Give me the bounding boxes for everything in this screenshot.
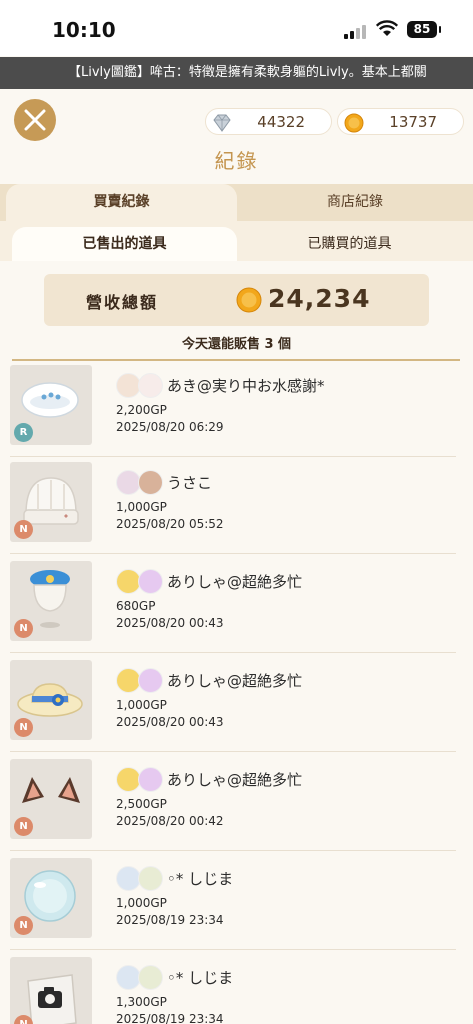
buyer-name[interactable]: ◦* しじま bbox=[167, 967, 233, 988]
rank-badge: N bbox=[14, 916, 33, 935]
buyer-name[interactable]: うさこ bbox=[167, 472, 212, 493]
avatar bbox=[138, 470, 163, 495]
rank-badge: N bbox=[14, 817, 33, 836]
avatar bbox=[138, 965, 163, 990]
sale-date: 2025/08/19 23:34 bbox=[116, 913, 224, 927]
records-content: 營收總額 24,234 今天還能販售 3 個 R あき@実り中お水感謝* 2,2… bbox=[0, 261, 473, 1024]
tab-shop-records[interactable]: 商店紀錄 bbox=[237, 184, 473, 221]
sale-date: 2025/08/20 00:42 bbox=[116, 814, 224, 828]
rank-badge: N bbox=[14, 520, 33, 539]
sales-record-list[interactable]: R あき@実り中お水感謝* 2,200GP 2025/08/20 06:29 N bbox=[0, 361, 473, 1024]
avatar bbox=[138, 668, 163, 693]
buyer-name[interactable]: あき@実り中お水感謝* bbox=[167, 375, 325, 396]
gold-coin-icon bbox=[236, 287, 262, 313]
sales-record-row[interactable]: N ありしゃ@超絶多忙 1,000GP 2025/08/20 00:43 bbox=[10, 658, 456, 752]
close-icon bbox=[24, 109, 46, 131]
buyer-name[interactable]: ありしゃ@超絶多忙 bbox=[167, 571, 302, 592]
signal-icon bbox=[344, 23, 370, 39]
page-title: 紀錄 bbox=[214, 149, 259, 173]
sale-date: 2025/08/20 05:52 bbox=[116, 517, 224, 531]
rank-badge: N bbox=[14, 718, 33, 737]
item-thumbnail[interactable]: N bbox=[10, 660, 92, 740]
buyer-name[interactable]: ありしゃ@超絶多忙 bbox=[167, 670, 302, 691]
buyer-avatars bbox=[116, 373, 164, 399]
item-thumbnail[interactable]: N bbox=[10, 462, 92, 542]
sale-date: 2025/08/20 00:43 bbox=[116, 715, 224, 729]
buyer-avatars bbox=[116, 965, 164, 991]
buyer-avatars bbox=[116, 668, 164, 694]
sale-price: 1,300GP bbox=[116, 995, 167, 1009]
sale-date: 2025/08/20 00:43 bbox=[116, 616, 224, 630]
item-thumbnail[interactable]: N bbox=[10, 561, 92, 641]
item-thumbnail[interactable]: N bbox=[10, 957, 92, 1024]
buyer-name[interactable]: ありしゃ@超絶多忙 bbox=[167, 769, 302, 790]
sub-tab-bar: 已售出的道具 已購買的道具 bbox=[0, 221, 473, 261]
sales-record-row[interactable]: N ありしゃ@超絶多忙 2,500GP 2025/08/20 00:42 bbox=[10, 757, 456, 851]
news-ticker: 【Livly圖鑑】哞古：特徵是擁有柔軟身軀的Livly。基本上都關 bbox=[0, 57, 473, 89]
buyer-avatars bbox=[116, 470, 164, 496]
remaining-sales-text: 今天還能販售 3 個 bbox=[181, 337, 292, 352]
avatar bbox=[138, 373, 163, 398]
tab-bought-items[interactable]: 已購買的道具 bbox=[237, 227, 462, 261]
sale-price: 680GP bbox=[116, 599, 156, 613]
battery-indicator: 85 bbox=[407, 21, 441, 38]
sale-price: 1,000GP bbox=[116, 500, 167, 514]
buyer-avatars bbox=[116, 569, 164, 595]
sales-record-row[interactable]: R あき@実り中お水感謝* 2,200GP 2025/08/20 06:29 bbox=[10, 363, 456, 457]
avatar bbox=[138, 569, 163, 594]
sale-date: 2025/08/20 06:29 bbox=[116, 420, 224, 434]
main-tab-bar: 買賣紀錄 商店紀錄 bbox=[0, 184, 473, 221]
item-thumbnail[interactable]: R bbox=[10, 365, 92, 445]
sales-record-row[interactable]: N ◦* しじま 1,300GP 2025/08/19 23:34 bbox=[10, 955, 456, 1024]
tab-trade-records[interactable]: 買賣紀錄 bbox=[6, 184, 237, 221]
sales-record-row[interactable]: N ありしゃ@超絶多忙 680GP 2025/08/20 00:43 bbox=[10, 559, 456, 653]
status-time: 10:10 bbox=[52, 18, 116, 42]
tab-sold-items[interactable]: 已售出的道具 bbox=[12, 227, 237, 261]
ticker-text: 【Livly圖鑑】哞古：特徵是擁有柔軟身軀的Livly。基本上都關 bbox=[68, 65, 427, 80]
camera-icon bbox=[27, 974, 77, 1024]
close-button[interactable] bbox=[14, 99, 56, 141]
revenue-panel: 營收總額 24,234 bbox=[44, 274, 429, 326]
sales-record-row[interactable]: N ◦* しじま 1,000GP 2025/08/19 23:34 bbox=[10, 856, 456, 950]
coin-count: 13737 bbox=[389, 113, 437, 131]
sale-price: 1,000GP bbox=[116, 896, 167, 910]
rank-badge: R bbox=[14, 423, 33, 442]
status-bar: 10:10 85 bbox=[0, 0, 473, 56]
wifi-icon bbox=[375, 20, 399, 38]
diamond-icon bbox=[213, 114, 231, 132]
revenue-label: 營收總額 bbox=[86, 293, 159, 312]
sales-record-row[interactable]: N うさこ 1,000GP 2025/08/20 05:52 bbox=[10, 460, 456, 554]
buyer-avatars bbox=[116, 866, 164, 892]
revenue-value: 24,234 bbox=[268, 284, 371, 313]
item-thumbnail[interactable]: N bbox=[10, 759, 92, 839]
gold-coin-icon bbox=[344, 113, 364, 133]
item-thumbnail[interactable]: N bbox=[10, 858, 92, 938]
buyer-name[interactable]: ◦* しじま bbox=[167, 868, 233, 889]
sale-price: 2,500GP bbox=[116, 797, 167, 811]
avatar bbox=[138, 866, 163, 891]
sale-price: 2,200GP bbox=[116, 403, 167, 417]
coin-balance[interactable]: 13737 bbox=[337, 108, 464, 135]
diamond-balance[interactable]: 44322 bbox=[205, 108, 332, 135]
avatar bbox=[138, 767, 163, 792]
buyer-avatars bbox=[116, 767, 164, 793]
sale-date: 2025/08/19 23:34 bbox=[116, 1012, 224, 1024]
diamond-count: 44322 bbox=[257, 113, 305, 131]
rank-badge: N bbox=[14, 619, 33, 638]
sale-price: 1,000GP bbox=[116, 698, 167, 712]
